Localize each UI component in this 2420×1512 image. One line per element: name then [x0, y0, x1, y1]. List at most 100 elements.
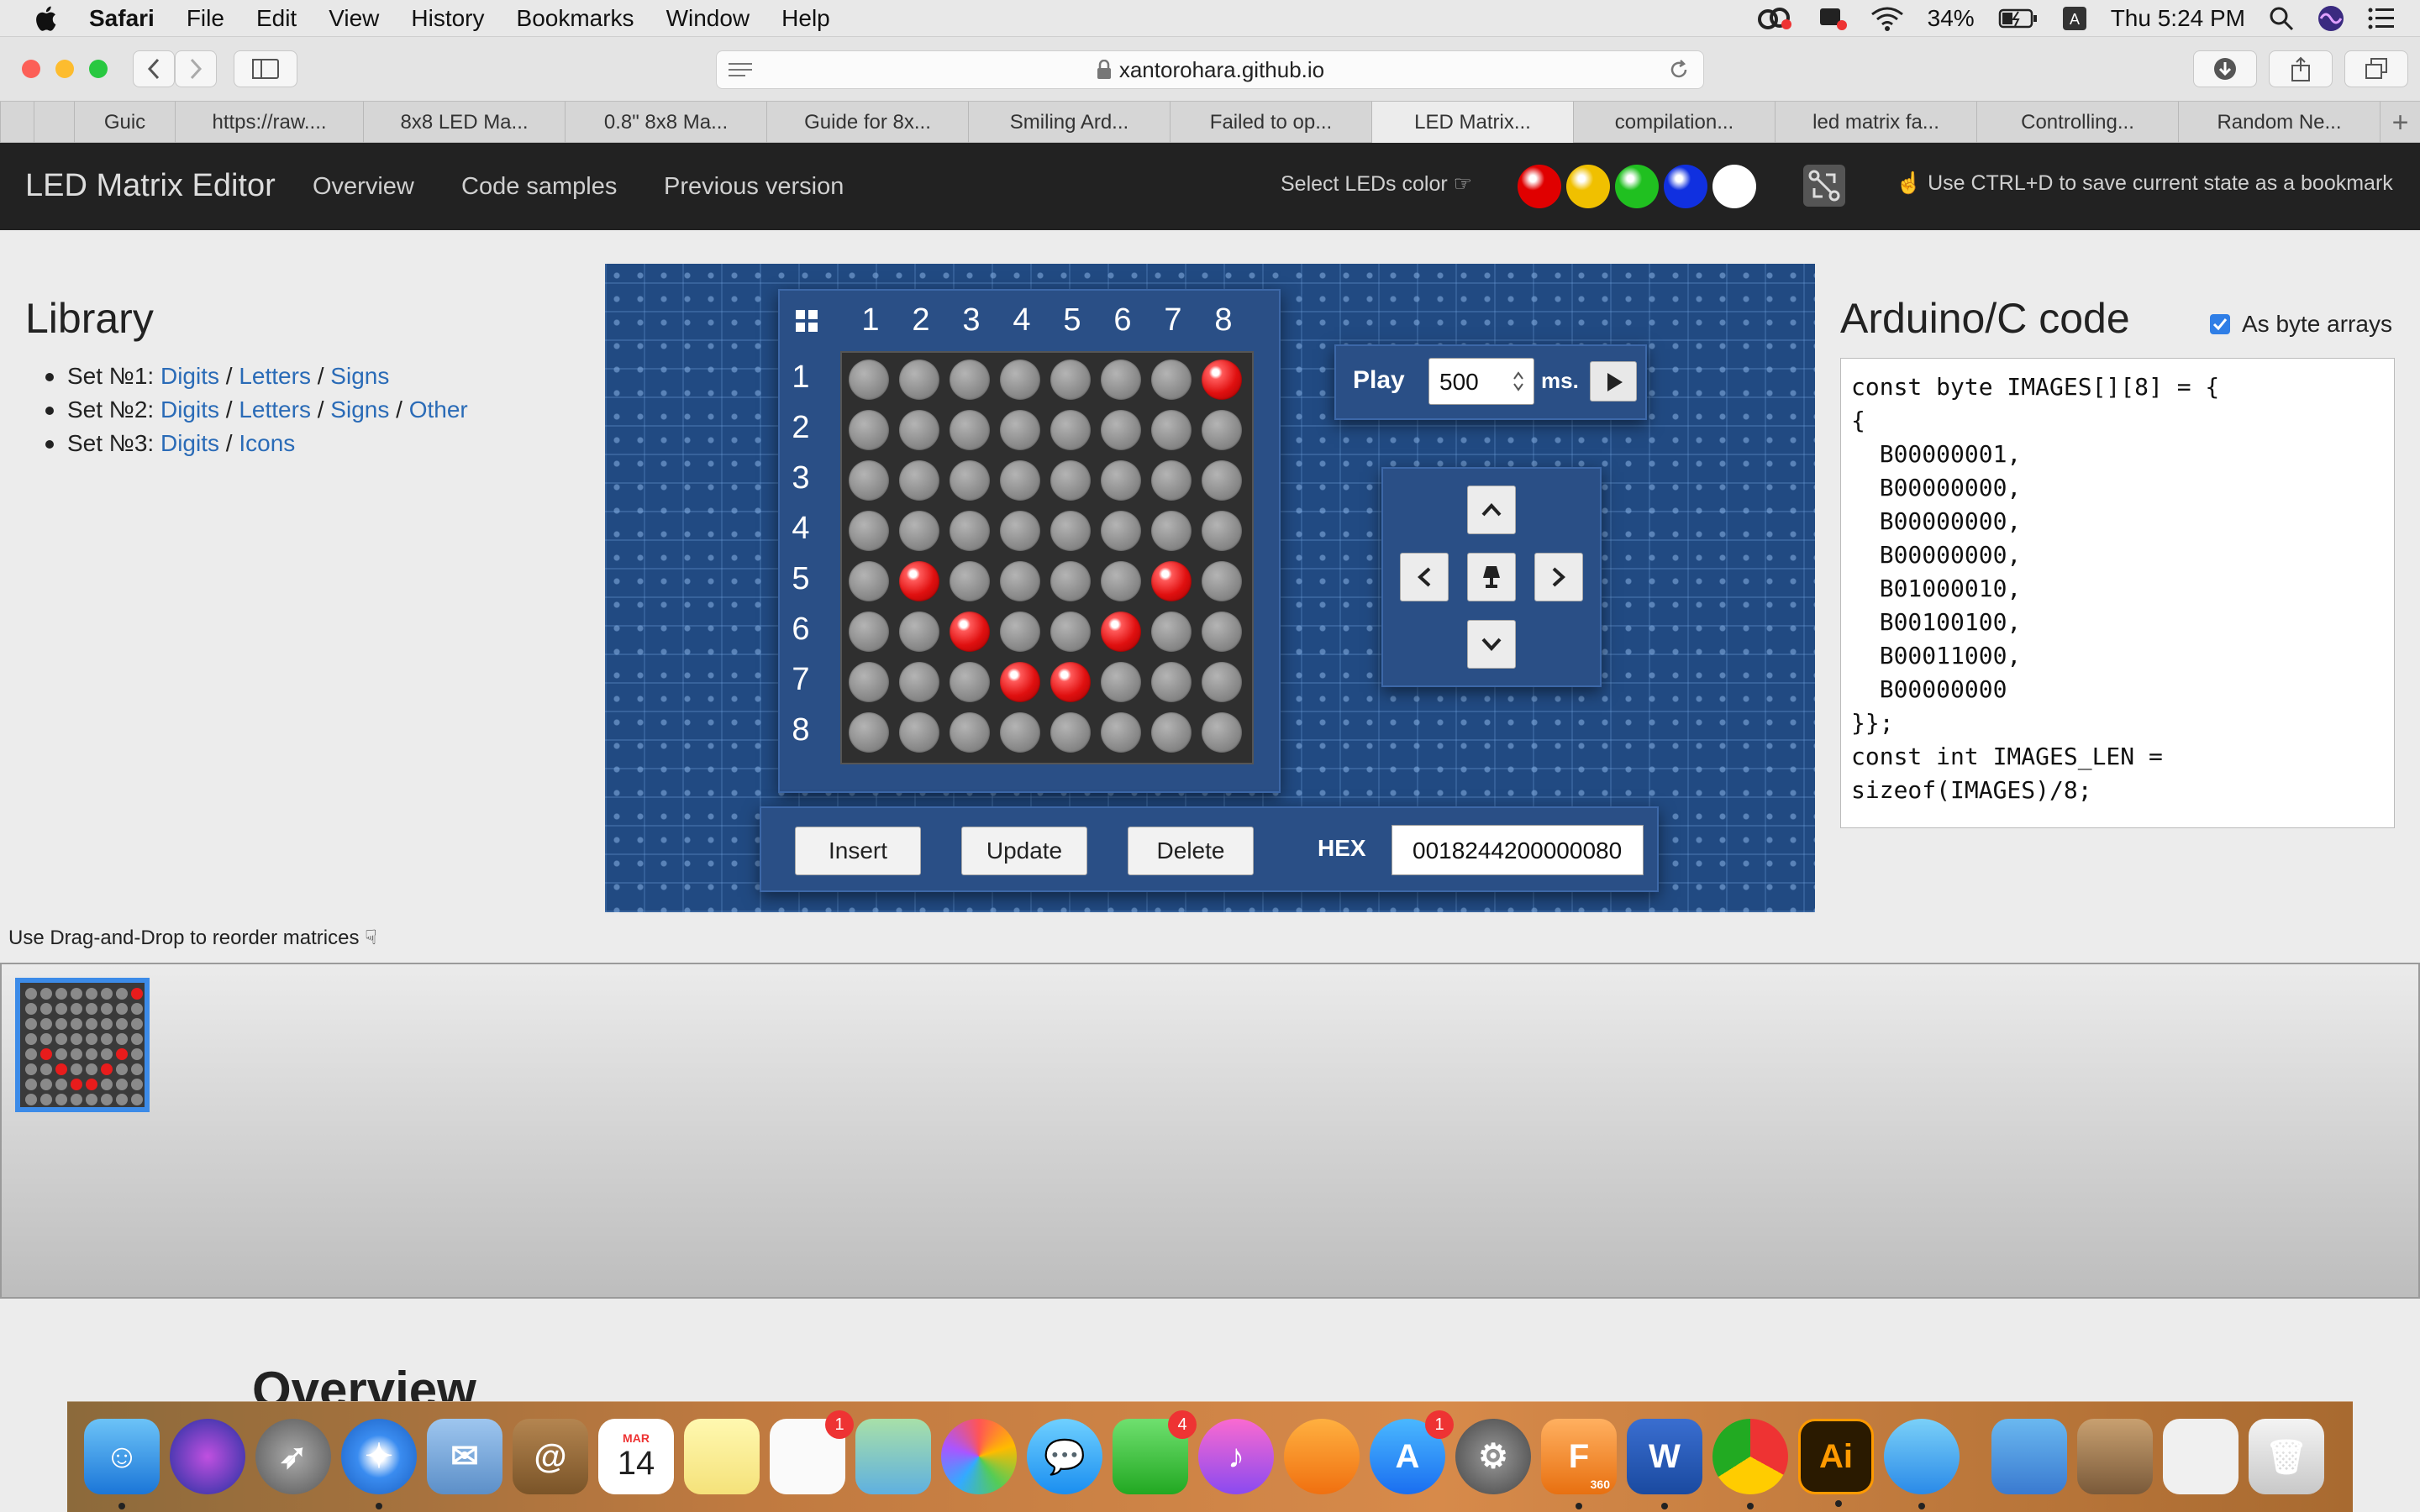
led-cell[interactable] [899, 712, 939, 753]
spotlight-search-icon[interactable] [2269, 6, 2294, 31]
row-number[interactable]: 6 [788, 612, 813, 648]
tab-2[interactable]: https://raw.... [175, 102, 363, 144]
row-number[interactable]: 4 [788, 511, 813, 547]
downloads-button[interactable] [2193, 50, 2257, 87]
books-icon[interactable] [1284, 1419, 1360, 1494]
led-cell[interactable] [1202, 360, 1242, 400]
zoom-window-button[interactable] [89, 60, 108, 78]
tab-9[interactable]: compilation... [1573, 102, 1775, 144]
led-cell[interactable] [849, 561, 889, 601]
row-number[interactable]: 7 [788, 662, 813, 698]
column-number[interactable]: 8 [1198, 302, 1249, 339]
siri-dock-icon[interactable] [170, 1419, 245, 1494]
column-number[interactable]: 1 [845, 302, 896, 339]
led-cell[interactable] [1000, 612, 1040, 652]
delete-button[interactable]: Delete [1128, 827, 1254, 875]
safari-dock-icon[interactable]: ✧ [341, 1419, 417, 1509]
led-cell[interactable] [849, 712, 889, 753]
recent-stack-icon[interactable] [2077, 1419, 2153, 1494]
row-number[interactable]: 1 [788, 360, 813, 396]
set1-digits-link[interactable]: Digits [160, 363, 219, 389]
led-cell[interactable] [1050, 612, 1091, 652]
tab-3[interactable]: 8x8 LED Ma... [363, 102, 565, 144]
forward-button[interactable] [175, 50, 217, 87]
circuit-settings-icon[interactable] [1802, 163, 1847, 208]
wifi-icon[interactable] [1870, 6, 1904, 31]
led-cell[interactable] [1101, 360, 1141, 400]
siri-icon[interactable] [2317, 5, 2344, 32]
hex-input[interactable]: 0018244200000080 [1392, 825, 1644, 875]
led-cell[interactable] [899, 662, 939, 702]
reader-icon[interactable] [729, 61, 752, 78]
byte-arrays-checkbox[interactable] [2210, 314, 2230, 334]
calendar-icon[interactable]: MAR 14 [598, 1419, 674, 1494]
tab-1[interactable]: Guic [74, 102, 175, 144]
shift-left-button[interactable] [1400, 553, 1449, 601]
color-red-button[interactable] [1518, 165, 1561, 208]
tab-10[interactable]: led matrix fa... [1775, 102, 1976, 144]
led-cell[interactable] [1202, 511, 1242, 551]
menu-history[interactable]: History [411, 5, 484, 32]
back-button[interactable] [133, 50, 175, 87]
led-cell[interactable] [1151, 561, 1192, 601]
close-window-button[interactable] [22, 60, 40, 78]
set1-letters-link[interactable]: Letters [239, 363, 311, 389]
led-cell[interactable] [1151, 360, 1192, 400]
menu-help[interactable]: Help [781, 5, 830, 32]
set2-letters-link[interactable]: Letters [239, 396, 311, 423]
led-cell[interactable] [1151, 410, 1192, 450]
led-cell[interactable] [950, 561, 990, 601]
contacts-icon[interactable]: @ [513, 1419, 588, 1494]
address-bar[interactable]: xantorohara.github.io [716, 50, 1704, 89]
matrix-thumbnail[interactable] [15, 978, 150, 1112]
led-cell[interactable] [1202, 712, 1242, 753]
column-number[interactable]: 6 [1097, 302, 1148, 339]
music-icon[interactable]: ♪ [1198, 1419, 1274, 1494]
notification-icon[interactable] [1817, 5, 1847, 32]
led-cell[interactable] [1050, 410, 1091, 450]
set1-signs-link[interactable]: Signs [330, 363, 389, 389]
nav-previous-version[interactable]: Previous version [664, 173, 844, 201]
row-number[interactable]: 8 [788, 712, 813, 748]
led-cell[interactable] [950, 712, 990, 753]
color-blue-button[interactable] [1664, 165, 1707, 208]
led-cell[interactable] [899, 612, 939, 652]
led-cell[interactable] [1050, 662, 1091, 702]
set2-other-link[interactable]: Other [409, 396, 468, 423]
led-cell[interactable] [849, 410, 889, 450]
led-cell[interactable] [1000, 662, 1040, 702]
mail-stamp-icon[interactable]: ✉ [427, 1419, 502, 1494]
invert-button[interactable] [1467, 553, 1516, 601]
led-cell[interactable] [1151, 511, 1192, 551]
color-green-button[interactable] [1615, 165, 1659, 208]
led-cell[interactable] [1101, 410, 1141, 450]
led-cell[interactable] [849, 460, 889, 501]
led-cell[interactable] [899, 410, 939, 450]
led-cell[interactable] [1050, 360, 1091, 400]
led-cell[interactable] [1202, 460, 1242, 501]
trash-icon[interactable]: 🗑 [2249, 1419, 2324, 1494]
led-cell[interactable] [1202, 410, 1242, 450]
led-cell[interactable] [1202, 561, 1242, 601]
menu-file[interactable]: File [187, 5, 224, 32]
tab-6[interactable]: Smiling Ard... [968, 102, 1170, 144]
photos-icon[interactable] [941, 1419, 1017, 1494]
row-number[interactable]: 5 [788, 561, 813, 597]
led-cell[interactable] [849, 511, 889, 551]
row-number[interactable]: 2 [788, 410, 813, 446]
tab-12[interactable]: Random Ne... [2178, 102, 2380, 144]
led-cell[interactable] [1050, 561, 1091, 601]
led-cell[interactable] [1050, 712, 1091, 753]
minimize-window-button[interactable] [55, 60, 74, 78]
battery-charging-icon[interactable] [1998, 8, 2039, 29]
led-cell[interactable] [1151, 612, 1192, 652]
illustrator-icon[interactable]: Ai [1798, 1419, 1874, 1507]
led-cell[interactable] [1101, 612, 1141, 652]
nav-overview[interactable]: Overview [313, 173, 414, 201]
app-store-icon[interactable]: A1 [1370, 1410, 1454, 1494]
column-number[interactable]: 7 [1148, 302, 1198, 339]
chrome-icon[interactable] [1712, 1419, 1788, 1509]
maps-icon[interactable] [855, 1419, 931, 1494]
menubar-clock[interactable]: Thu 5:24 PM [2111, 5, 2245, 32]
menu-edit[interactable]: Edit [256, 5, 297, 32]
